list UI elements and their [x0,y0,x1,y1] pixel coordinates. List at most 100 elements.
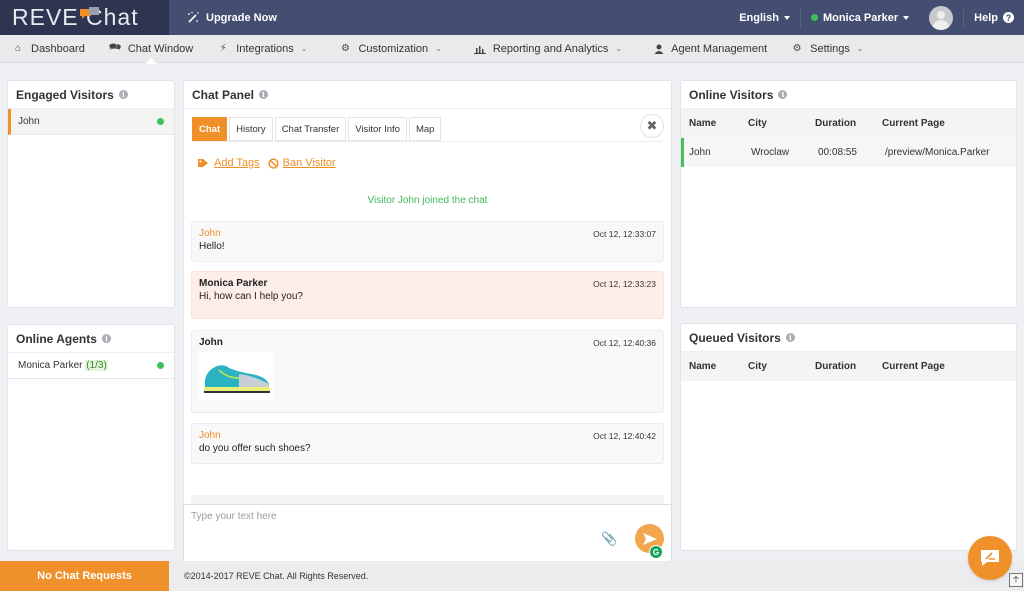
agent-chat-ratio: (1/3) [85,360,108,371]
panel-title: Engaged Visitors i [8,81,174,109]
message-time: Oct 12, 12:40:36 [593,338,656,348]
info-icon[interactable]: i [118,90,128,99]
add-tags-link[interactable]: Add Tags [198,157,260,169]
magic-wand-icon [188,11,199,23]
nav-chat-window[interactable]: 🗪 Chat Window [97,35,205,64]
chevron-down-icon: ⌄ [300,44,308,53]
column-header: Duration [815,361,857,372]
add-tags-label: Add Tags [214,157,260,169]
nav-integrations[interactable]: ⚡ Integrations ⌄ [205,35,319,63]
chat-widget-button[interactable] [968,536,1012,580]
nav-agent-management[interactable]: Agent Management [642,35,779,63]
column-header: Name [689,361,717,372]
message-sender: John [199,430,221,441]
chat-panel: Chat Panel i Chat History Chat Transfer … [183,80,672,511]
column-header: Name [689,118,717,129]
tab-history[interactable]: History [229,117,273,141]
message-sender: John [199,337,223,348]
panel-title: Online Visitors i [681,81,1016,109]
chevron-down-icon: ⌄ [856,44,864,53]
upgrade-now-label: Upgrade Now [206,11,277,24]
no-chat-requests-button[interactable]: No Chat Requests [0,561,169,591]
nav-dashboard[interactable]: ⌂ Dashboard [0,35,97,63]
ban-visitor-link[interactable]: Ban Visitor [268,157,336,169]
online-visitors-title: Online Visitors [689,87,774,102]
upgrade-now-button[interactable]: Upgrade Now [186,0,277,35]
chat-composer: 📎 G [183,504,672,561]
bar-chart-icon [473,45,486,54]
online-status-icon [157,118,164,125]
online-agent-item[interactable]: Monica Parker (1/3) [8,353,174,379]
divider [192,141,663,142]
chat-tabs: Chat History Chat Transfer Visitor Info … [192,117,443,141]
tab-chat[interactable]: Chat [192,117,228,141]
chat-message: Monica Parker Hi, how can I help you? Oc… [191,271,664,319]
nav-label: Reporting and Analytics [492,42,609,55]
message-sender: Monica Parker [199,278,268,289]
home-icon: ⌂ [14,43,22,54]
message-input[interactable] [184,505,671,561]
language-label: English [739,11,779,24]
chat-panel-title: Chat Panel [192,87,255,102]
visitor-duration: 00:08:55 [818,147,857,158]
online-agents-title: Online Agents [16,331,97,346]
nav-reporting-analytics[interactable]: Reporting and Analytics ⌄ [462,35,634,63]
send-icon [642,532,657,545]
help-label: Help [974,11,998,24]
queued-visitors-panel: Queued Visitors i Name City Duration Cur… [680,323,1017,551]
nav-label: Chat Window [127,42,194,55]
chat-message: John Oct 12, 12:40:36 [191,330,664,413]
close-chat-button[interactable]: ✖ [640,114,664,138]
avatar[interactable] [929,5,954,30]
logo[interactable]: REVE Chat [0,0,169,35]
table-header: Name City Duration Current Page [681,109,1016,138]
online-status-icon [157,362,164,369]
info-icon[interactable]: i [778,90,788,99]
engaged-visitor-item[interactable]: John [8,109,174,135]
logo-text: REVE Chat [12,4,139,30]
engaged-visitors-panel: Engaged Visitors i John [7,80,175,308]
user-dropdown[interactable]: Monica Parker [801,8,919,28]
nav-settings[interactable]: ⚙ Settings ⌄ [779,35,875,63]
footer: No Chat Requests ©2014-2017 REVE Chat. A… [0,561,1024,591]
scroll-to-top-button[interactable]: 🡡 [1009,573,1023,587]
shoe-image[interactable] [199,352,273,400]
engaged-visitors-title: Engaged Visitors [16,87,114,102]
language-dropdown[interactable]: English [729,8,800,28]
nav-label: Agent Management [671,42,768,55]
chat-icon: 🗪 [108,42,122,53]
chat-message: John do you offer such shoes? Oct 12, 12… [191,423,664,464]
user-icon [654,44,664,54]
chat-edit-icon [981,550,999,566]
caret-down-icon [903,15,910,20]
info-icon[interactable]: i [101,334,111,343]
online-status-icon [810,14,818,21]
column-header: Duration [815,118,857,129]
table-row[interactable]: John Wroclaw 00:08:55 /preview/Monica.Pa… [681,138,1016,167]
queued-visitors-title: Queued Visitors [689,330,781,345]
help-button[interactable]: Help ? [964,8,1024,28]
message-text: Hi, how can I help you? [199,291,303,302]
online-agents-panel: Online Agents i Monica Parker (1/3) [7,324,175,551]
column-header: Current Page [882,361,945,372]
logo-bubble-icon [80,7,99,19]
info-icon[interactable]: i [785,333,795,342]
column-header: Current Page [882,118,945,129]
nav-customization[interactable]: ⚙ Customization ⌄ [327,35,453,63]
top-bar: REVE Chat Upgrade Now English Monica Par… [0,0,1024,35]
gear-icon: ⚙ [340,43,350,54]
info-icon[interactable]: i [259,90,269,99]
nav-label: Integrations [236,42,294,55]
panel-title: Queued Visitors i [681,324,1016,352]
main-nav: ⌂ Dashboard 🗪 Chat Window ⚡ Integrations… [0,35,1024,64]
visitor-name: John [18,116,40,127]
grammarly-icon[interactable]: G [649,545,663,559]
tab-chat-transfer[interactable]: Chat Transfer [274,117,347,141]
paperclip-icon[interactable]: 📎 [601,531,617,547]
tab-map[interactable]: Map [408,117,442,141]
chat-message: John Hello! Oct 12, 12:33:07 [191,221,664,262]
online-visitors-panel: Online Visitors i Name City Duration Cur… [680,80,1017,308]
message-sender: John [199,228,221,239]
visitor-name: John [689,147,711,158]
tab-visitor-info[interactable]: Visitor Info [348,117,407,141]
